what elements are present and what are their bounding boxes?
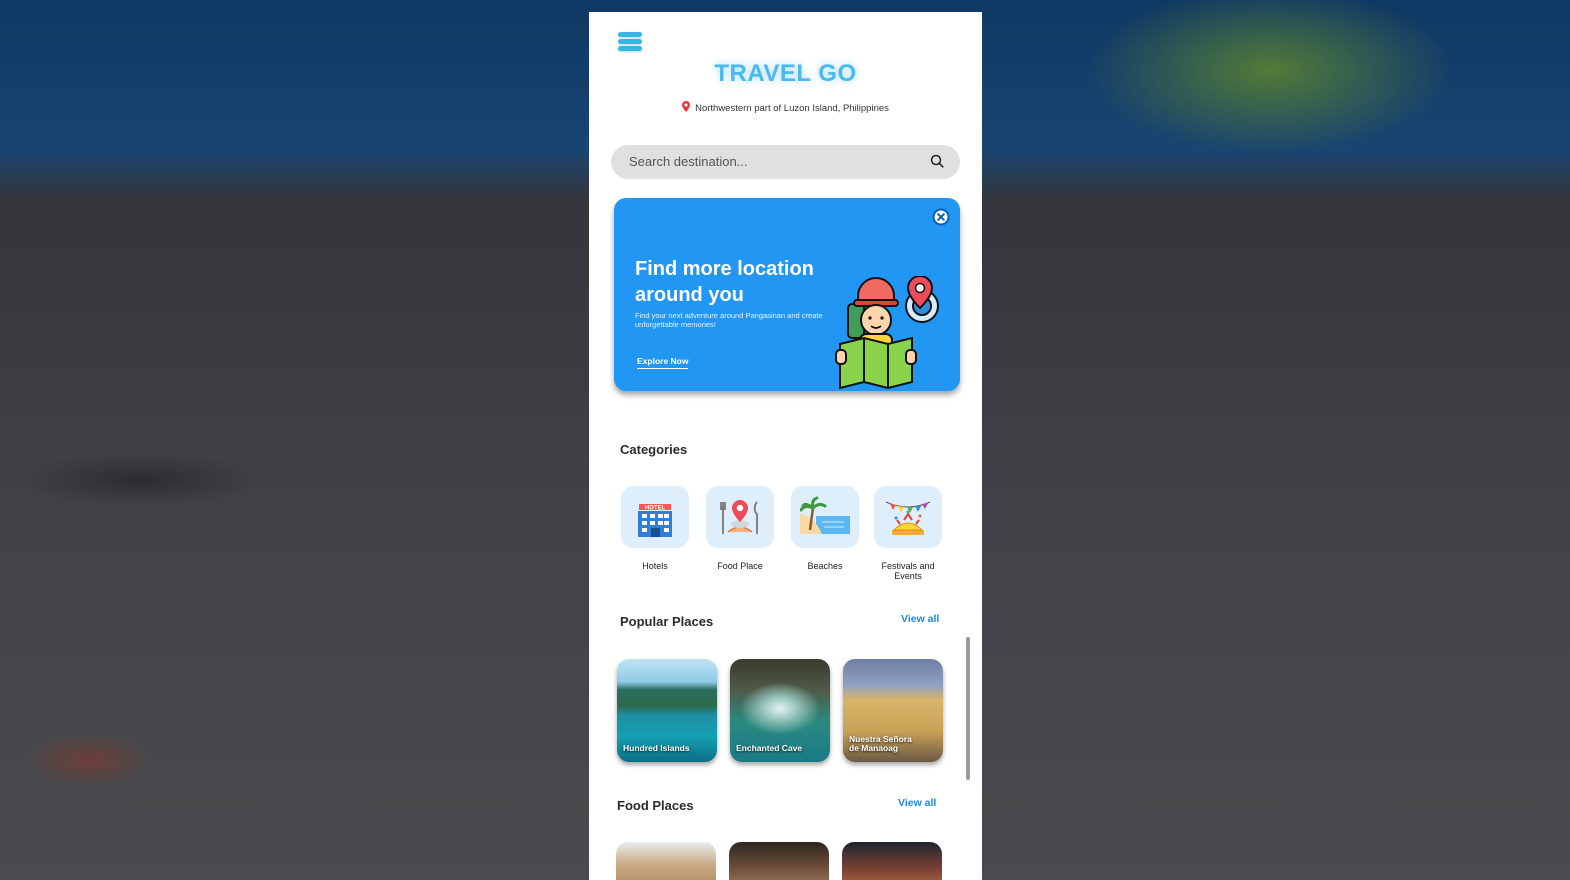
- category-label: Beaches: [807, 561, 843, 571]
- category-food-place[interactable]: Food Place: [705, 486, 775, 571]
- food-card-1[interactable]: [616, 842, 716, 880]
- banner-title: Find more location around you: [635, 258, 814, 306]
- food-card-2[interactable]: [729, 842, 829, 880]
- explore-now-button[interactable]: Explore Now: [637, 356, 689, 369]
- place-card-label: Hundred Islands: [623, 743, 690, 753]
- food-view-all-link[interactable]: View all: [898, 797, 936, 809]
- popular-places-title: Popular Places: [620, 614, 714, 629]
- food-places-title: Food Places: [617, 798, 694, 813]
- festival-icon: [885, 501, 931, 535]
- close-icon[interactable]: [932, 208, 950, 226]
- place-card-manaoag[interactable]: Nuestra Señora de Manaoag: [843, 659, 943, 762]
- hamburger-menu-icon[interactable]: [618, 32, 642, 52]
- location-text: Northwestern part of Luzon Island, Phili…: [695, 103, 889, 114]
- category-label: Food Place: [717, 561, 763, 571]
- location-pin-icon: [682, 101, 691, 112]
- place-card-enchanted-cave[interactable]: Enchanted Cave: [730, 659, 830, 762]
- svg-text:HOTEL: HOTEL: [645, 506, 666, 512]
- beach-icon: [800, 496, 850, 534]
- food-card-3[interactable]: [842, 842, 942, 880]
- category-label: Hotels: [642, 561, 668, 571]
- hotel-icon: HOTEL: [638, 504, 672, 537]
- place-card-hundred-islands[interactable]: Hundred Islands: [617, 659, 717, 762]
- place-card-label: Nuestra Señora de Manaoag: [849, 734, 912, 753]
- scrollbar[interactable]: [966, 637, 970, 780]
- search-input[interactable]: Search destination...: [611, 145, 960, 179]
- category-festivals[interactable]: Festivals and Events: [873, 486, 943, 581]
- app-screen: TRAVEL GO Northwestern part of Luzon Isl…: [589, 12, 982, 880]
- category-hotels[interactable]: HOTEL Hotels: [620, 486, 690, 571]
- popular-view-all-link[interactable]: View all: [901, 613, 939, 625]
- category-tile: HOTEL: [621, 486, 689, 548]
- category-tile: [706, 486, 774, 548]
- category-beaches[interactable]: Beaches: [790, 486, 860, 571]
- search-icon[interactable]: [930, 154, 944, 168]
- search-placeholder: Search destination...: [629, 154, 748, 169]
- categories-title: Categories: [620, 442, 688, 457]
- category-tile: [874, 486, 942, 548]
- category-label: Festivals and Events: [881, 561, 935, 581]
- location-line: Northwestern part of Luzon Island, Phili…: [589, 101, 982, 114]
- promo-banner: Find more location around you Find your …: [614, 198, 960, 391]
- explorer-map-illustration: [835, 276, 939, 390]
- category-tile: [791, 486, 859, 548]
- banner-subtitle: Find your next adventure around Pangasin…: [635, 311, 823, 329]
- app-title: TRAVEL GO: [714, 60, 857, 87]
- place-card-label: Enchanted Cave: [736, 743, 803, 753]
- food-place-icon: [720, 500, 758, 534]
